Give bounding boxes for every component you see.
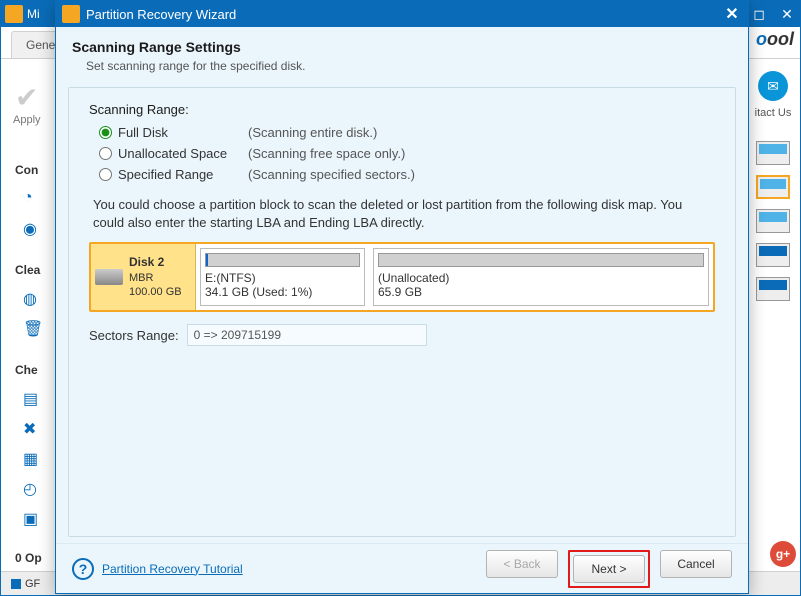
radio-full-disk-input[interactable] — [99, 126, 112, 139]
main-close-button[interactable]: ✕ — [778, 6, 796, 23]
radio-full-disk-label: Full Disk — [118, 125, 248, 140]
radio-unallocated-input[interactable] — [99, 147, 112, 160]
partition-e-size: 34.1 GB (Used: 1%) — [205, 285, 360, 299]
checkmark-icon: ✔ — [15, 81, 38, 114]
wizard-header: Scanning Range Settings Set scanning ran… — [56, 27, 748, 81]
sectors-range-input[interactable] — [187, 324, 427, 346]
wizard-subheading: Set scanning range for the specified dis… — [86, 59, 732, 73]
dynamic-disk-icon[interactable]: ◉ — [23, 219, 41, 237]
radio-specified[interactable]: Specified Range (Scanning specified sect… — [99, 167, 715, 182]
partition-recovery-wizard: Partition Recovery Wizard ✕ Scanning Ran… — [55, 0, 749, 594]
apply-action[interactable]: ✔ Apply — [13, 81, 41, 126]
radio-full-disk[interactable]: Full Disk (Scanning entire disk.) — [99, 125, 715, 140]
section-cleanup: Clea — [15, 263, 49, 277]
apply-label: Apply — [13, 114, 41, 126]
disk-name: Disk 2 — [129, 255, 182, 271]
disk-thumb-3[interactable] — [756, 209, 790, 233]
section-check: Che — [15, 363, 49, 377]
disk-thumb-1[interactable] — [756, 141, 790, 165]
disk-map: Disk 2 MBR 100.00 GB E:(NTFS) 34.1 GB (U… — [89, 242, 715, 312]
disk-thumb-4[interactable] — [756, 243, 790, 267]
help-link[interactable]: ? Partition Recovery Tutorial — [72, 558, 243, 580]
partition-e-ntfs[interactable]: E:(NTFS) 34.1 GB (Used: 1%) — [200, 248, 365, 306]
disk-map-hint: You could choose a partition block to sc… — [93, 196, 711, 232]
radio-specified-input[interactable] — [99, 168, 112, 181]
hard-drive-icon — [95, 269, 123, 285]
disk-text: Disk 2 MBR 100.00 GB — [129, 255, 182, 299]
maximize-button[interactable]: ◻ — [750, 6, 768, 23]
disk-size: 100.00 GB — [129, 285, 182, 299]
align-icon[interactable]: ▤ — [23, 389, 41, 407]
disk-type: MBR — [129, 271, 182, 285]
wizard-title-text: Partition Recovery Wizard — [86, 7, 236, 22]
wizard-body: Scanning Range: Full Disk (Scanning enti… — [68, 87, 736, 537]
wipe-icon[interactable]: ◍ — [23, 289, 41, 307]
sidebar: Con ◔ ◉ Clea ◍ 🗑 Che ▤ ✖ ▦ ◴ ▣ 0 Op — [15, 151, 49, 571]
radio-unallocated-desc: (Scanning free space only.) — [248, 146, 405, 161]
benchmark-icon[interactable]: ◴ — [23, 479, 41, 497]
sectors-range-row: Sectors Range: — [89, 324, 715, 346]
main-title-text: Mi — [27, 7, 40, 21]
wizard-title-bar: Partition Recovery Wizard ✕ — [56, 1, 748, 27]
disk-thumb-2[interactable] — [756, 175, 790, 199]
partition-unalloc-size: 65.9 GB — [378, 285, 704, 299]
brand-logo: oool — [756, 29, 794, 50]
partition-e-used — [206, 254, 208, 266]
wizard-logo-icon — [62, 5, 80, 23]
next-button-highlight: Next > — [568, 550, 650, 588]
back-button[interactable]: < Back — [486, 550, 558, 578]
cancel-button[interactable]: Cancel — [660, 550, 732, 578]
scanning-range-label: Scanning Range: — [89, 102, 715, 117]
contact-mail-icon[interactable]: ✉ — [758, 71, 788, 101]
surface-test-icon[interactable]: ▦ — [23, 449, 41, 467]
next-button[interactable]: Next > — [573, 555, 645, 583]
section-convert: Con — [15, 163, 49, 177]
wizard-footer: ? Partition Recovery Tutorial < Back Nex… — [56, 543, 748, 593]
wizard-close-button[interactable]: ✕ — [722, 4, 742, 24]
partition-e-bar — [205, 253, 360, 267]
radio-unallocated-label: Unallocated Space — [118, 146, 248, 161]
partition-e-label: E:(NTFS) — [205, 271, 360, 285]
app-logo-icon — [5, 5, 23, 23]
disk-thumb-5[interactable] — [756, 277, 790, 301]
partition-unalloc-label: (Unallocated) — [378, 271, 704, 285]
google-plus-icon[interactable]: g+ — [770, 541, 796, 567]
radio-unallocated[interactable]: Unallocated Space (Scanning free space o… — [99, 146, 715, 161]
status-square-icon — [11, 579, 21, 589]
partition-unalloc-bar — [378, 253, 704, 267]
radio-specified-label: Specified Range — [118, 167, 248, 182]
radio-specified-desc: (Scanning specified sectors.) — [248, 167, 415, 182]
tutorial-link[interactable]: Partition Recovery Tutorial — [102, 562, 243, 576]
pending-ops-label: 0 Op — [15, 551, 49, 565]
sectors-range-label: Sectors Range: — [89, 328, 179, 343]
delete-icon[interactable]: 🗑 — [23, 319, 41, 337]
wizard-heading: Scanning Range Settings — [72, 39, 732, 55]
disk-convert-icon[interactable]: ◔ — [23, 189, 41, 207]
contact-label: itact Us — [755, 107, 792, 119]
status-text: GF — [25, 578, 40, 590]
disk-info-block[interactable]: Disk 2 MBR 100.00 GB — [91, 244, 196, 310]
partition-unallocated[interactable]: (Unallocated) 65.9 GB — [373, 248, 709, 306]
radio-full-disk-desc: (Scanning entire disk.) — [248, 125, 377, 140]
right-panel: ✉ itact Us — [752, 63, 794, 561]
properties-icon[interactable]: ▣ — [23, 509, 41, 527]
help-icon: ? — [72, 558, 94, 580]
wizard-buttons: < Back Next > Cancel — [486, 550, 732, 588]
rebuild-icon[interactable]: ✖ — [23, 419, 41, 437]
